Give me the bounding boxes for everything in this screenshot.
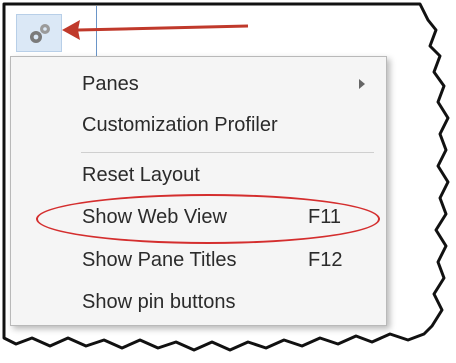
- menu-separator: [81, 152, 374, 153]
- screenshot-canvas: Panes Customization Profiler Reset Layou…: [0, 0, 456, 363]
- menu-item-customization-profiler[interactable]: Customization Profiler: [12, 105, 385, 145]
- menu-item-panes[interactable]: Panes: [12, 64, 385, 104]
- highlight-ellipse: [36, 194, 380, 244]
- submenu-arrow-icon: [359, 79, 365, 89]
- menu-item-label: Panes: [82, 73, 139, 95]
- menu-item-show-pin-buttons[interactable]: Show pin buttons: [12, 282, 385, 322]
- settings-menu: Panes Customization Profiler Reset Layou…: [10, 56, 387, 326]
- menu-item-label: Reset Layout: [82, 164, 200, 186]
- menu-item-label: Customization Profiler: [82, 114, 278, 136]
- menu-item-shortcut: F12: [308, 249, 343, 271]
- menu-item-show-pane-titles[interactable]: Show Pane Titles F12: [12, 240, 385, 280]
- menu-item-label: Show Pane Titles: [82, 249, 237, 271]
- menu-item-reset-layout[interactable]: Reset Layout: [12, 155, 385, 195]
- menu-item-label: Show pin buttons: [82, 291, 236, 313]
